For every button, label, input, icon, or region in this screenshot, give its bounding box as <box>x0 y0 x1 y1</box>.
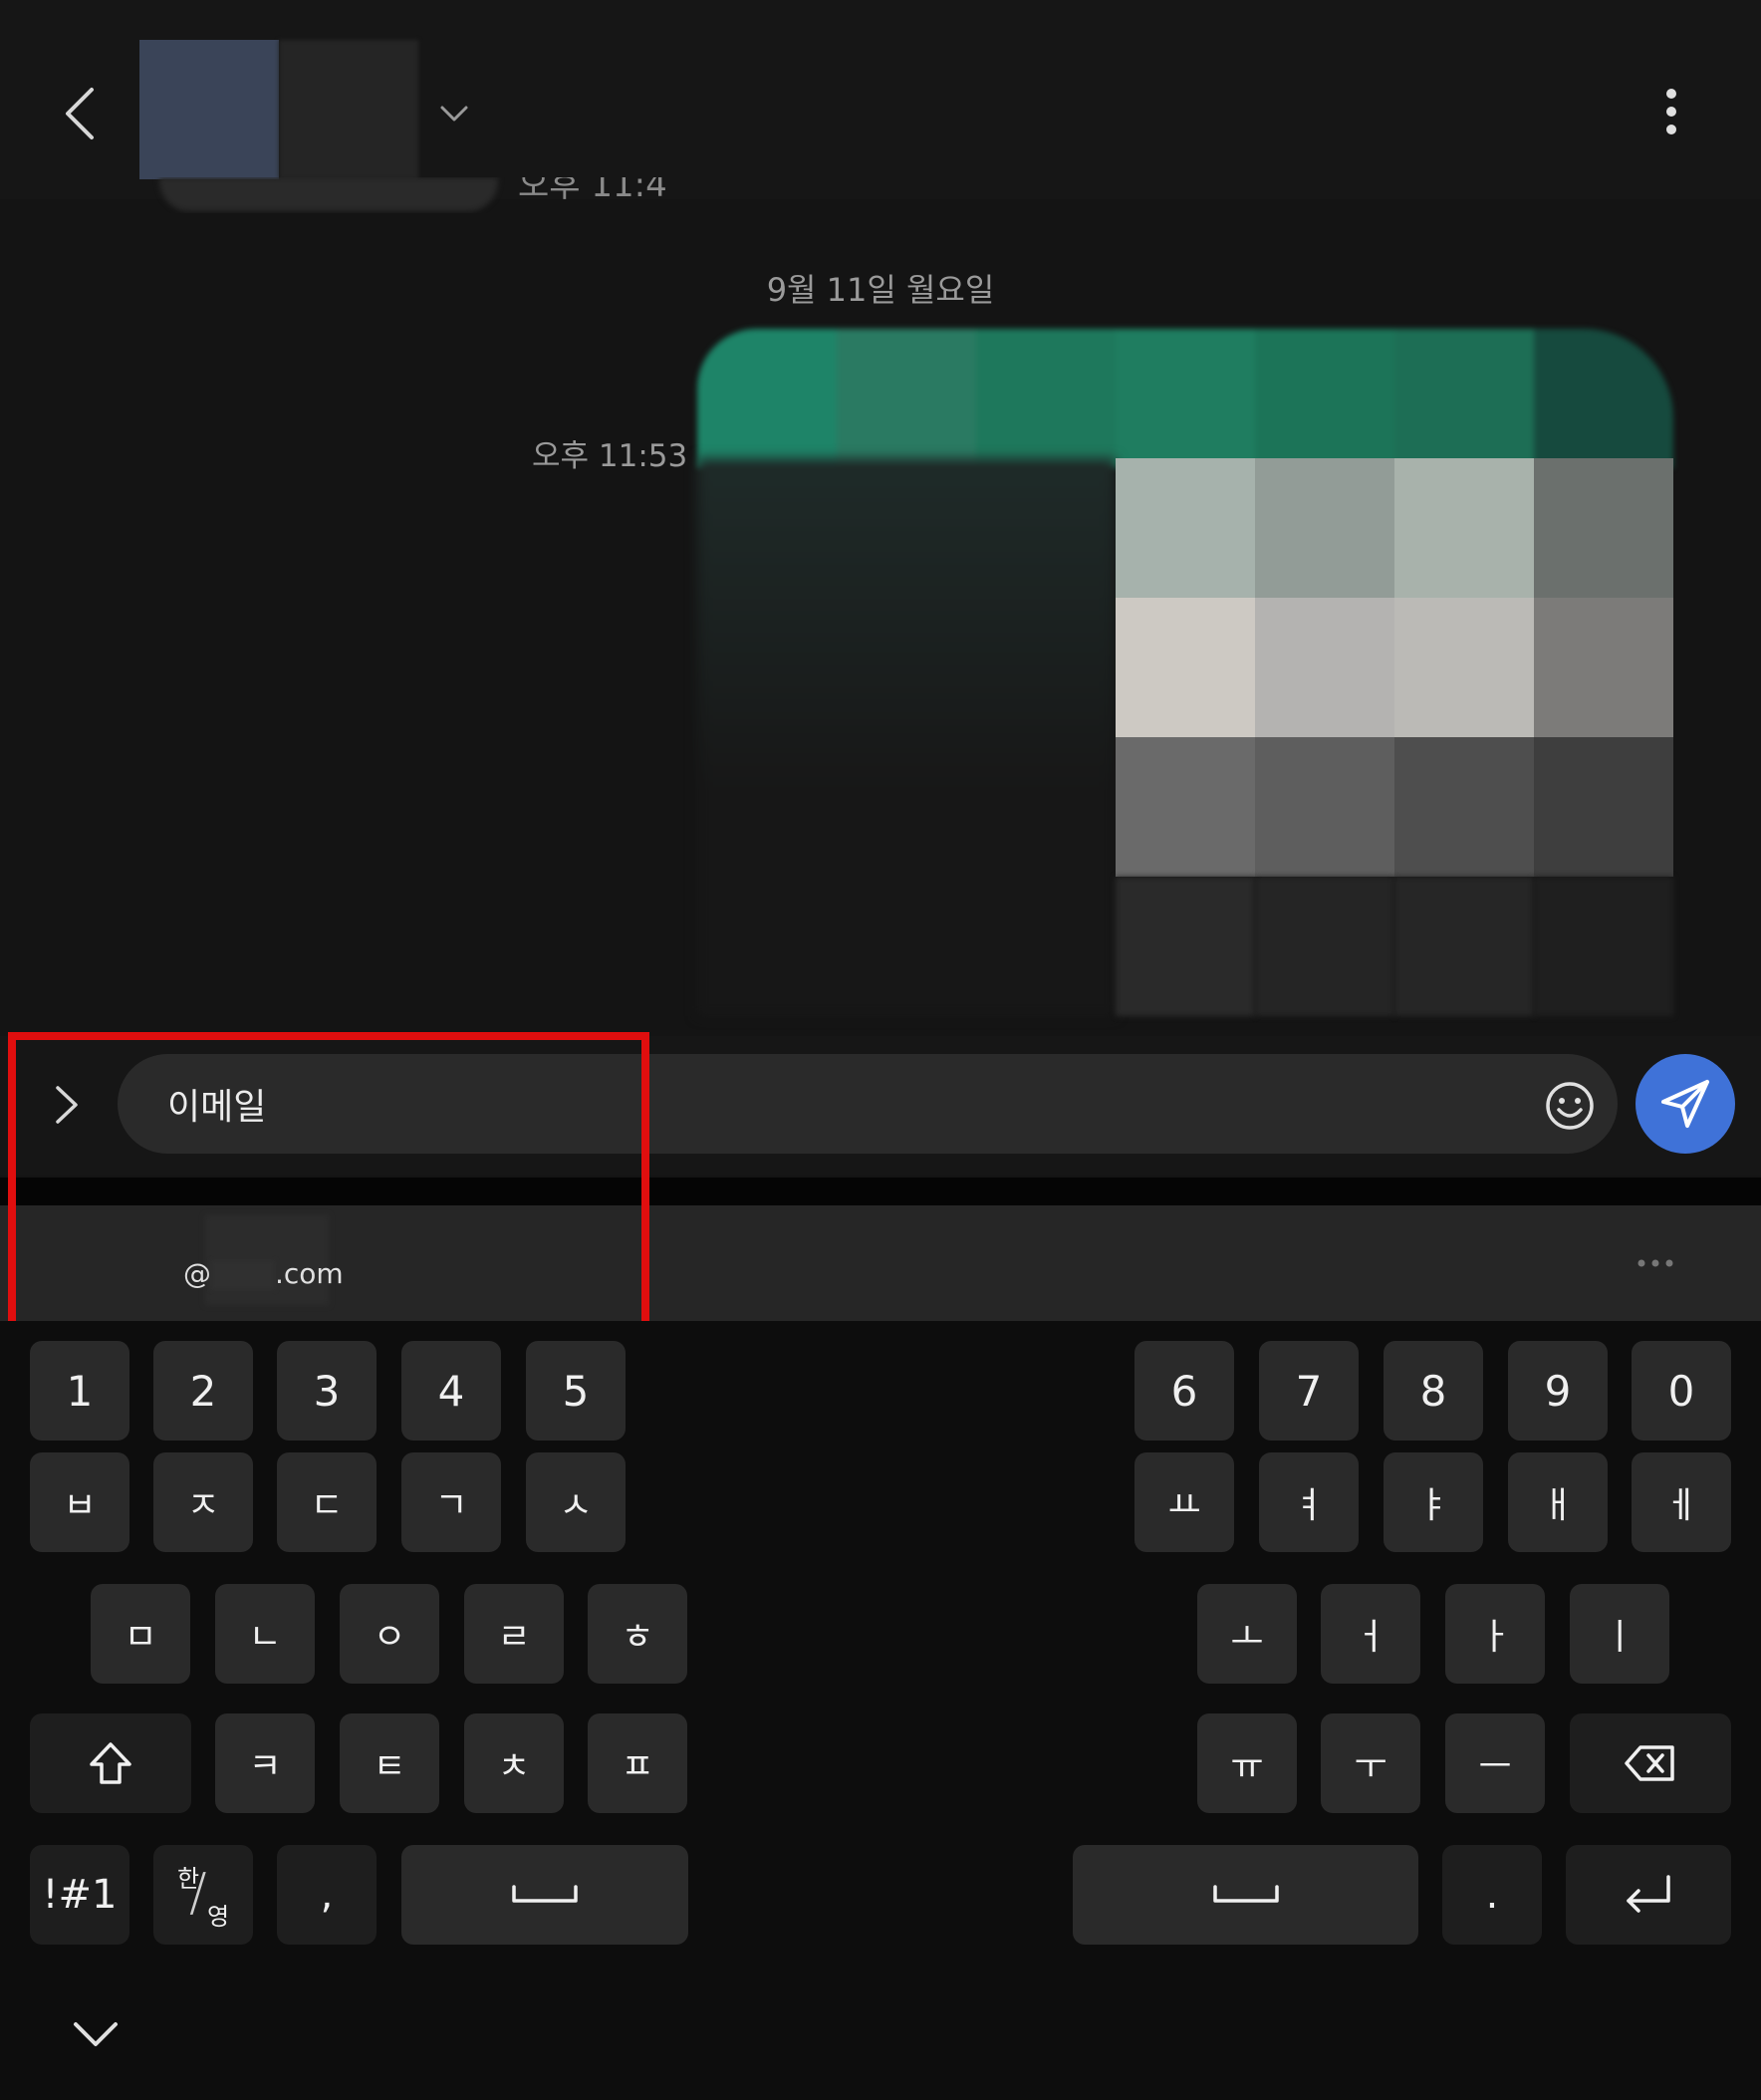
key-4[interactable]: 4 <box>401 1341 501 1441</box>
key-ieung[interactable]: ㅇ <box>340 1584 439 1684</box>
space-icon <box>512 1885 578 1903</box>
previous-message-time: 오후 11:4 <box>139 177 697 213</box>
key-e[interactable]: ㅔ <box>1632 1452 1731 1552</box>
lang-key-bottom: 영 <box>207 1903 230 1931</box>
key-u[interactable]: ㅜ <box>1321 1713 1420 1813</box>
key-tieut[interactable]: ㅌ <box>340 1713 439 1813</box>
message-input[interactable] <box>118 1054 1618 1154</box>
contact-dropdown-button[interactable] <box>434 96 474 131</box>
comma-key[interactable]: , <box>277 1845 377 1945</box>
key-nieun[interactable]: ㄴ <box>215 1584 315 1684</box>
backspace-icon <box>1625 1745 1674 1781</box>
key-yu[interactable]: ㅠ <box>1197 1713 1297 1813</box>
suggestion-more-button[interactable] <box>1635 1251 1675 1275</box>
key-8[interactable]: 8 <box>1384 1341 1483 1441</box>
chevron-right-icon <box>56 1086 78 1124</box>
key-a[interactable]: ㅏ <box>1445 1584 1545 1684</box>
image-top-band <box>697 329 1673 468</box>
enter-icon <box>1627 1875 1670 1913</box>
key-eu[interactable]: ㅡ <box>1445 1713 1545 1813</box>
image-message-bubble[interactable] <box>697 319 1673 1016</box>
key-ya[interactable]: ㅑ <box>1384 1452 1483 1552</box>
emoji-button[interactable] <box>1542 1078 1598 1134</box>
chevron-down-icon <box>440 106 468 122</box>
key-pieup[interactable]: ㅍ <box>588 1713 687 1813</box>
key-3[interactable]: 3 <box>277 1341 377 1441</box>
message-time: 오후 11:53 <box>532 438 688 474</box>
key-7[interactable]: 7 <box>1259 1341 1359 1441</box>
keyboard-divider <box>0 1178 1761 1205</box>
key-digeut[interactable]: ㄷ <box>277 1452 377 1552</box>
key-1[interactable]: 1 <box>30 1341 129 1441</box>
shift-key[interactable] <box>30 1713 191 1813</box>
key-5[interactable]: 5 <box>526 1341 626 1441</box>
message-input-text[interactable]: 이메일 <box>167 1078 266 1130</box>
key-mieum[interactable]: ㅁ <box>91 1584 190 1684</box>
period-key[interactable]: . <box>1442 1845 1542 1945</box>
key-rieul[interactable]: ㄹ <box>464 1584 564 1684</box>
key-6[interactable]: 6 <box>1134 1341 1234 1441</box>
key-ae[interactable]: ㅐ <box>1508 1452 1608 1552</box>
lang-key-slash: ∕ <box>189 1863 207 1923</box>
key-yo[interactable]: ㅛ <box>1134 1452 1234 1552</box>
key-siot[interactable]: ㅅ <box>526 1452 626 1552</box>
chevron-down-icon <box>74 2022 118 2046</box>
more-options-button[interactable] <box>1649 84 1693 139</box>
key-2[interactable]: 2 <box>153 1341 253 1441</box>
vertical-ellipsis-icon <box>1666 89 1676 134</box>
enter-key[interactable] <box>1566 1845 1731 1945</box>
paper-plane-icon <box>1661 1080 1709 1128</box>
smiley-icon <box>1546 1082 1594 1130</box>
key-yeo[interactable]: ㅕ <box>1259 1452 1359 1552</box>
key-0[interactable]: 0 <box>1632 1341 1731 1441</box>
chevron-left-icon <box>66 88 94 139</box>
key-o[interactable]: ㅗ <box>1197 1584 1297 1684</box>
back-button[interactable] <box>52 72 112 151</box>
backspace-key[interactable] <box>1570 1713 1731 1813</box>
keyboard <box>0 1321 1761 2100</box>
send-button[interactable] <box>1635 1054 1735 1154</box>
space-key-right[interactable] <box>1073 1845 1418 1945</box>
key-chieut[interactable]: ㅊ <box>464 1713 564 1813</box>
hide-keyboard-button[interactable] <box>72 2018 120 2050</box>
space-icon <box>1212 1885 1279 1903</box>
key-hieut[interactable]: ㅎ <box>588 1584 687 1684</box>
email-suggestion[interactable]: @ .com <box>183 1257 344 1290</box>
symbols-key[interactable]: !#1 <box>30 1845 129 1945</box>
date-separator: 9월 11일 월요일 <box>766 271 995 309</box>
key-giyeok[interactable]: ㄱ <box>401 1452 501 1552</box>
key-bieup[interactable]: ㅂ <box>30 1452 129 1552</box>
key-9[interactable]: 9 <box>1508 1341 1608 1441</box>
contact-avatar[interactable] <box>139 40 418 179</box>
key-i[interactable]: ㅣ <box>1570 1584 1669 1684</box>
key-jieut[interactable]: ㅈ <box>153 1452 253 1552</box>
expand-attachments-button[interactable] <box>46 1068 86 1142</box>
horizontal-ellipsis-icon <box>1637 1259 1673 1267</box>
key-kieuk[interactable]: ㅋ <box>215 1713 315 1813</box>
key-eo[interactable]: ㅓ <box>1321 1584 1420 1684</box>
shift-icon <box>90 1742 131 1784</box>
language-toggle-key[interactable]: 한 ∕ 영 <box>153 1845 253 1945</box>
space-key-left[interactable] <box>401 1845 688 1945</box>
